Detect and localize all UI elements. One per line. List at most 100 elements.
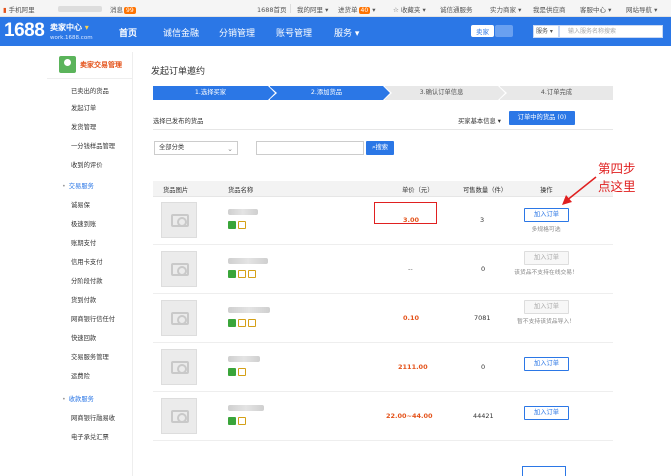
sidebar-item-trust-pay[interactable]: 网商银行信任付 [71, 314, 115, 323]
category-select[interactable]: 全部分类 ⌄ [154, 141, 238, 155]
sidebar-item-chengyibao[interactable]: 诚易保 [71, 200, 90, 209]
unit-price: 2111.00 [398, 363, 428, 371]
product-thumbnail[interactable] [161, 349, 197, 385]
sidebar-section-collect[interactable]: 收款服务 [62, 394, 94, 403]
col-image: 货品图片 [163, 187, 189, 194]
available-qty: 3 [480, 216, 485, 224]
step-progress: 1.选择买家 2.添加货品 3.确认订单信息 4.订单完成 [153, 86, 613, 100]
search-scope-select[interactable]: 服务 ▾ [533, 25, 559, 38]
chevron-down-icon: ⌄ [227, 145, 233, 153]
service-search-input[interactable]: 输入服务名称搜索 [559, 25, 663, 38]
star-icon: ☆ [393, 6, 399, 14]
product-name-blurred[interactable] [228, 258, 268, 264]
seller-toggle[interactable]: 卖家 [471, 25, 494, 37]
supplier-link[interactable]: 我是供应商 [533, 4, 566, 14]
shield-icon [228, 270, 236, 278]
sidebar-item-e-draft[interactable]: 电子承兑汇票 [71, 432, 109, 441]
sidebar-item-term-pay[interactable]: 账期支付 [71, 238, 96, 247]
sidebar-item-trade-service[interactable]: 交易服务管理 [71, 352, 109, 361]
certified-icon [248, 270, 256, 278]
sidebar-item-fast-arrival[interactable]: 极速到账 [71, 219, 96, 228]
sidebar-header: 卖家交易管理 [47, 52, 133, 79]
unit-price: 0.10 [403, 314, 420, 322]
step-order-complete: 4.订单完成 [500, 86, 613, 100]
product-thumbnail[interactable] [161, 300, 197, 336]
partial-row-button[interactable] [522, 466, 566, 476]
annotation-arrow-icon [562, 176, 597, 205]
table-row: 2111.00 0 加入订单 [153, 344, 613, 392]
step-confirm-order: 3.确认订单信息 [385, 86, 507, 100]
available-qty: 44421 [473, 412, 494, 420]
add-to-order-button[interactable]: 加入订单 [524, 251, 569, 265]
sidebar-item-credit-card[interactable]: 信用卡支付 [71, 257, 102, 266]
add-to-order-button[interactable]: 加入订单 [524, 357, 569, 371]
nav-distribution[interactable]: 分销管理 [219, 26, 255, 39]
home-link[interactable]: 1688首页 [257, 4, 287, 14]
camera-icon [171, 263, 189, 276]
col-action: 操作 [540, 187, 553, 194]
supply-service-link[interactable]: 诚信通服务 [440, 4, 473, 14]
step-select-buyer: 1.选择买家 [153, 86, 277, 100]
order-goods-tab[interactable]: 订单中的货品 (0) [509, 111, 575, 125]
add-to-order-button[interactable]: 加入订单 [524, 300, 569, 314]
page-title: 发起订单邀约 [151, 67, 206, 77]
shield-icon [228, 417, 236, 425]
sidebar-item-shipping[interactable]: 发货管理 [71, 122, 96, 131]
product-name-blurred[interactable] [228, 307, 270, 313]
sidebar-item-freight-insurance[interactable]: 运费险 [71, 371, 90, 380]
logo-1688[interactable]: 1688 [4, 20, 45, 42]
nav-account[interactable]: 账号管理 [276, 26, 312, 39]
product-name-blurred[interactable] [228, 405, 264, 411]
camera-icon [171, 361, 189, 374]
sidebar-item-staged-pay[interactable]: 分阶段付款 [71, 276, 102, 285]
product-thumbnail[interactable] [161, 251, 197, 287]
seller-center-title: 卖家中心 ▾ [50, 23, 89, 32]
sidebar-section-trade[interactable]: 交易服务 [62, 181, 94, 190]
product-name-blurred[interactable] [228, 356, 260, 362]
sidebar-item-cod[interactable]: 货到付款 [71, 295, 96, 304]
my-ali-link[interactable]: 我的阿里 ▾ [297, 4, 328, 14]
power-merchant-link[interactable]: 实力商家 ▾ [490, 4, 521, 14]
table-row: -- 0 加入订单 该货品不支持在线交易！ [153, 246, 613, 294]
add-to-order-button[interactable]: 加入订单 [524, 406, 569, 420]
row-note: 多规格可选 [531, 227, 561, 233]
product-thumbnail[interactable] [161, 202, 197, 238]
col-qty: 可售数量（件） [463, 187, 508, 194]
site-url: work.1688.com [50, 35, 93, 41]
product-name-blurred[interactable] [228, 209, 258, 215]
nav-home[interactable]: 首页 [119, 26, 137, 39]
top-utility-bar: ▮ 手机阿里 消息 99 1688首页 我的阿里 ▾ 进货单 40 ▾ ☆ 收藏夹 … [0, 0, 671, 17]
nav-finance[interactable]: 诚信金融 [163, 26, 199, 39]
username-blurred [58, 6, 102, 12]
sidebar-item-rongyishou[interactable]: 网商银行融易收 [71, 413, 115, 422]
nav-service[interactable]: 服务 ▾ [334, 26, 359, 39]
favorites-link[interactable]: ☆ 收藏夹 ▾ [393, 4, 426, 14]
buyer-info-dropdown[interactable]: 买家基本信息 ▾ [458, 116, 501, 125]
select-goods-label: 选择已发布的货品 [153, 118, 204, 125]
sidebar-item-quick-payback[interactable]: 快速回款 [71, 333, 96, 342]
site-nav-link[interactable]: 网站导航 ▾ [626, 4, 657, 14]
search-button[interactable]: ⌕搜索 [366, 141, 394, 155]
camera-icon [171, 214, 189, 227]
available-qty: 0 [481, 265, 486, 273]
table-row: 22.00~44.00 44421 加入订单 [153, 393, 613, 441]
sidebar-item-reviews[interactable]: 收到的评价 [71, 160, 102, 169]
service-center-link[interactable]: 客服中心 ▾ [580, 4, 611, 14]
shield-icon [228, 319, 236, 327]
keyword-input[interactable] [256, 141, 364, 155]
sidebar-item-create-order[interactable]: 发起订单 [71, 103, 96, 112]
messages-link[interactable]: 消息 99 [110, 4, 136, 14]
sidebar-item-samples[interactable]: 一分钱样品管理 [71, 141, 115, 150]
buyer-toggle[interactable] [495, 25, 513, 37]
mobile-ali-link[interactable]: ▮ 手机阿里 [3, 4, 35, 14]
main-header: 1688 卖家中心 ▾ work.1688.com 首页 诚信金融 分销管理 账… [0, 17, 671, 46]
main-content: 发起订单邀约 1.选择买家 2.添加货品 3.确认订单信息 4.订单完成 选择已… [140, 52, 671, 476]
step-add-goods: 2.添加货品 [270, 86, 392, 100]
chevron-down-icon: ▾ [84, 23, 89, 32]
product-thumbnail[interactable] [161, 398, 197, 434]
sidebar-item-sold[interactable]: 已卖出的货品 [71, 86, 109, 95]
purchase-list-link[interactable]: 进货单 40 ▾ [338, 4, 375, 14]
certified-icon [248, 319, 256, 327]
add-to-order-button[interactable]: 加入订单 [524, 208, 569, 222]
trade-manage-icon [59, 56, 76, 73]
